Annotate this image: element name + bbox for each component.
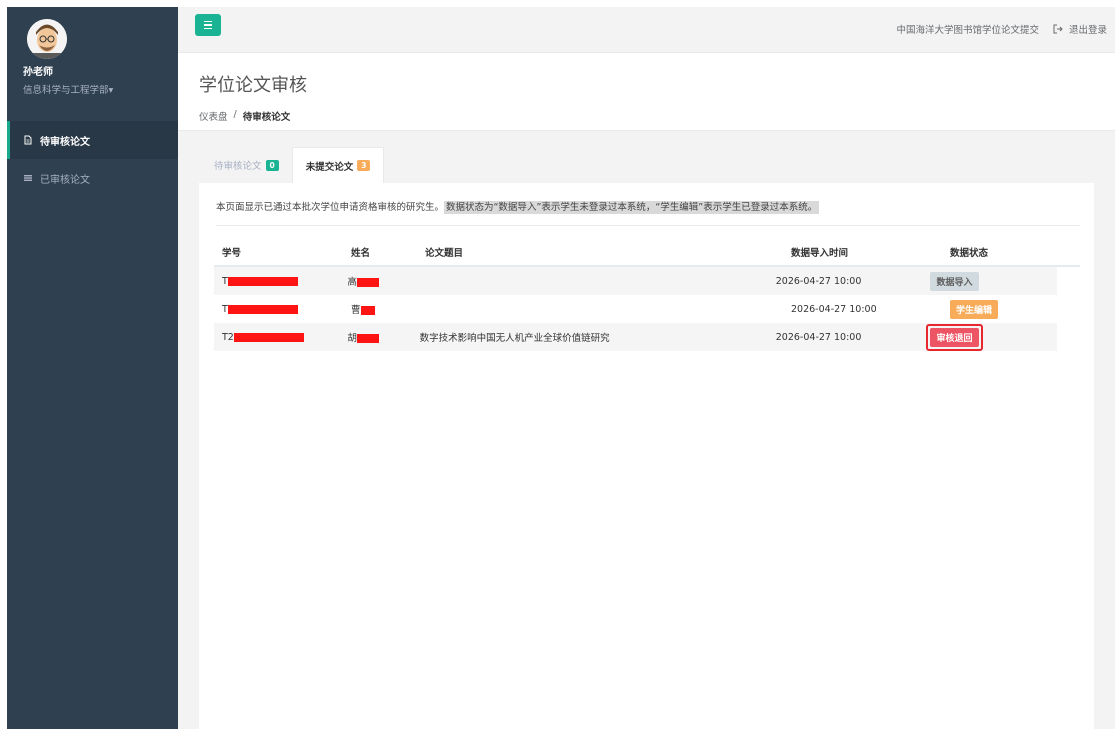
- sidebar-item-reviewed[interactable]: 已审核论文: [7, 159, 178, 197]
- redaction-mark: [233, 332, 304, 342]
- student-name-cell: 曹: [351, 302, 425, 316]
- column-header-status[interactable]: 数据状态: [950, 245, 1080, 259]
- import-time-cell: 2026-04-27 10:00: [775, 331, 862, 343]
- sidebar-item-label: 待审核论文: [40, 136, 90, 148]
- import-time-cell: 2026-04-27 10:00: [791, 303, 877, 315]
- redaction-mark: [357, 334, 380, 343]
- tab-count-badge: 3: [357, 160, 371, 171]
- redaction-mark: [227, 276, 298, 286]
- logout-label: 退出登录: [1068, 25, 1107, 36]
- sidebar: 孙老师 信息科学与工程学部▾ 待审核论文 已审核论文: [7, 7, 178, 729]
- students-table: 学号 姓名 论文题目 数据导入时间 数据状态 T 高 2026-04-27 10…: [214, 238, 1080, 351]
- student-id-cell: T2: [214, 332, 348, 343]
- column-header-title[interactable]: 论文题目: [425, 245, 791, 259]
- document-icon: [24, 135, 32, 145]
- highlight-frame: 审核退回: [926, 323, 983, 351]
- table-row[interactable]: T 高 2026-04-27 10:00 数据导入: [214, 267, 1057, 295]
- hamburger-icon-line: [204, 24, 212, 26]
- sidebar-nav: 待审核论文 已审核论文: [7, 121, 178, 197]
- department-label: 信息科学与工程学部: [23, 85, 109, 96]
- notice-highlight: 数据状态为“数据导入”表示学生未登录过本系统，“学生编辑”表示学生已登录过本系统…: [444, 201, 820, 214]
- user-name: 孙老师: [23, 67, 53, 78]
- student-id-cell: T: [214, 304, 351, 315]
- content-panel: 本页面显示已通过本批次学位申请资格审核的研究生。 数据状态为“数据导入”表示学生未…: [199, 183, 1094, 729]
- student-name-cell: 高: [348, 274, 420, 288]
- student-name-prefix: 胡: [347, 333, 358, 344]
- caret-down-icon: ▾: [108, 85, 114, 96]
- hamburger-icon: [204, 20, 212, 23]
- redaction-mark: [360, 306, 375, 315]
- status-cell: 审核退回: [926, 323, 1057, 351]
- logout-link[interactable]: 退出登录: [1053, 22, 1107, 36]
- breadcrumb: 仪表盘 / 待审核论文: [199, 109, 1115, 123]
- tab-bar: 待审核论文 0 未提交论文 3: [201, 147, 385, 183]
- list-icon: [24, 175, 32, 181]
- page-header: 学位论文审核 仪表盘 / 待审核论文: [178, 53, 1115, 131]
- tab-label: 未提交论文: [305, 161, 354, 173]
- student-id-cell: T: [214, 276, 348, 287]
- table-row[interactable]: T 曹 2026-04-27 10:00 学生编辑: [214, 295, 1080, 323]
- user-profile: 孙老师 信息科学与工程学部▾: [7, 7, 178, 121]
- student-name-cell: 胡: [348, 330, 420, 344]
- breadcrumb-current: 待审核论文: [242, 112, 291, 123]
- status-cell: 数据导入: [930, 271, 1057, 291]
- department-dropdown[interactable]: 信息科学与工程学部▾: [23, 82, 178, 96]
- page-title: 学位论文审核: [199, 75, 307, 96]
- breadcrumb-home[interactable]: 仪表盘: [199, 109, 228, 123]
- tab-label: 待审核论文: [214, 161, 262, 172]
- hamburger-icon-line: [204, 27, 212, 30]
- student-name-prefix: 曹: [351, 305, 361, 316]
- top-navbar: 中国海洋大学图书馆学位论文提交 退出登录: [178, 7, 1115, 53]
- column-header-name[interactable]: 姓名: [351, 245, 425, 259]
- menu-toggle-button[interactable]: [195, 14, 221, 36]
- thesis-title-cell: 数字技术影响中国无人机产业全球价值链研究: [419, 333, 610, 344]
- tab-pending[interactable]: 待审核论文 0: [201, 147, 292, 183]
- table-header: 学号 姓名 论文题目 数据导入时间 数据状态: [214, 238, 1080, 267]
- import-time-cell: 2026-04-27 10:00: [775, 275, 862, 287]
- site-title: 中国海洋大学图书馆学位论文提交: [896, 25, 1039, 36]
- student-id-prefix: T2: [222, 331, 234, 343]
- redaction-mark: [227, 304, 298, 314]
- sign-out-icon: [1053, 24, 1063, 34]
- status-badge[interactable]: 审核退回: [930, 327, 979, 347]
- tab-not-submitted[interactable]: 未提交论文 3: [291, 147, 385, 183]
- column-header-import-time[interactable]: 数据导入时间: [791, 245, 950, 259]
- sidebar-item-label: 已审核论文: [40, 174, 90, 186]
- notice-text: 本页面显示已通过本批次学位申请资格审核的研究生。: [216, 202, 445, 213]
- sidebar-item-pending-review[interactable]: 待审核论文: [7, 121, 178, 159]
- divider: [216, 225, 1080, 226]
- column-header-id[interactable]: 学号: [214, 245, 351, 259]
- tab-count-badge: 0: [265, 159, 279, 171]
- info-notice: 本页面显示已通过本批次学位申请资格审核的研究生。 数据状态为“数据导入”表示学生未…: [216, 199, 820, 214]
- student-name-prefix: 高: [347, 277, 358, 288]
- table-row[interactable]: T2 胡 数字技术影响中国无人机产业全球价值链研究 2026-04-27 10:…: [214, 323, 1057, 351]
- status-cell: 学生编辑: [950, 299, 1080, 319]
- redaction-mark: [357, 278, 380, 287]
- breadcrumb-separator: /: [233, 109, 237, 120]
- status-badge: 学生编辑: [950, 299, 999, 319]
- status-badge: 数据导入: [930, 271, 979, 291]
- avatar[interactable]: [27, 19, 67, 59]
